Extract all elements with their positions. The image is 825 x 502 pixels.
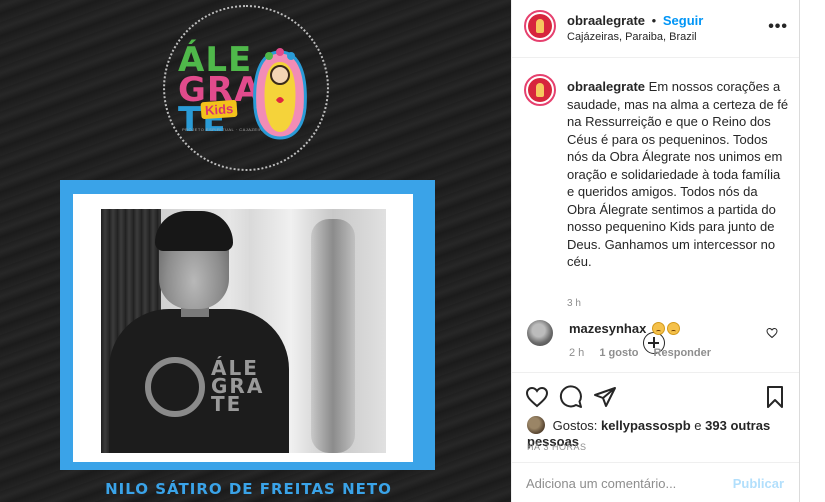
publish-button[interactable]: Publicar (733, 476, 784, 491)
separator-dot: • (651, 13, 657, 28)
shirt-logo-text: ÁLE GRA TE (211, 356, 265, 416)
liker-avatar[interactable] (527, 416, 545, 434)
author-avatar[interactable] (524, 10, 556, 42)
post-side-panel: obraalegrate • Seguir Cajázeiras, Paraib… (511, 0, 800, 502)
caption-time[interactable]: 3 h (567, 298, 581, 309)
comment-meta: 2 h 1 gosto Responder (569, 347, 723, 359)
comment-icon[interactable] (559, 385, 583, 409)
location-link[interactable]: Cajázeiras, Paraiba, Brazil (567, 31, 697, 43)
sad-face-emoji (666, 322, 680, 335)
comment-like-heart-icon[interactable] (766, 327, 778, 339)
logo-kids-badge: Kids (200, 99, 238, 120)
caption-username[interactable]: obraalegrate (567, 79, 645, 94)
comment-time[interactable]: 2 h (569, 347, 584, 359)
post-date[interactable]: HÁ 3 HORAS (527, 442, 587, 452)
shirt-logo-ring (145, 357, 205, 417)
memorial-name: NILO SÁTIRO DE FREITAS NETO (105, 480, 392, 498)
bookmark-icon[interactable] (763, 385, 787, 409)
virgin-figure-illustration (253, 48, 307, 140)
comment-row: mazesynhax 2 h 1 gosto Responder (512, 315, 800, 365)
comment-input[interactable] (526, 473, 726, 493)
likes-joiner: e (694, 418, 702, 433)
caption-text: Em nossos corações a saudade, mas na alm… (567, 79, 789, 269)
more-options-icon[interactable]: ••• (768, 18, 788, 36)
heart-icon[interactable] (525, 385, 549, 409)
post-image[interactable]: ÁLE GRA TE Kids PROJETO ESPIRITUAL · CAJ… (0, 0, 511, 502)
page-gutter (799, 0, 825, 502)
boy-photo: ÁLE GRA TE (101, 209, 386, 453)
liked-by-username[interactable]: kellypassospb (601, 418, 691, 433)
sad-face-emoji (651, 322, 665, 335)
author-username[interactable]: obraalegrate (567, 13, 645, 28)
comment-likes[interactable]: 1 gosto (599, 347, 638, 359)
caption-author-avatar[interactable] (524, 74, 556, 106)
commenter-avatar[interactable] (527, 320, 553, 346)
add-comment-bar: Publicar (512, 462, 800, 502)
likes-prefix: Gostos: (552, 418, 598, 433)
reply-button[interactable]: Responder (654, 347, 711, 359)
caption-text-block: obraalegrate Em nossos corações a saudad… (567, 78, 789, 271)
commenter-username[interactable]: mazesynhax (569, 321, 646, 336)
share-icon[interactable] (593, 385, 617, 409)
follow-button[interactable]: Seguir (663, 13, 703, 28)
post-header: obraalegrate • Seguir Cajázeiras, Paraib… (512, 0, 800, 58)
